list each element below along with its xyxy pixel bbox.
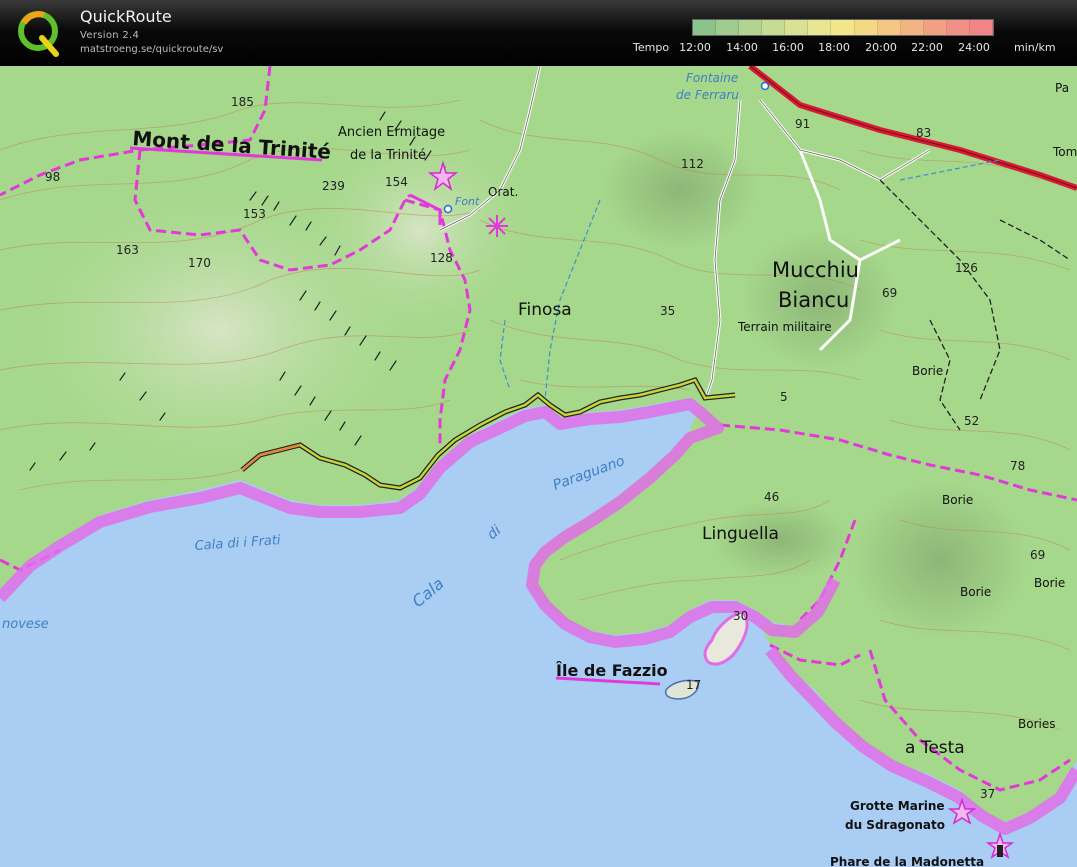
label-borie: Borie: [960, 585, 991, 599]
label-biancu: Biancu: [778, 288, 849, 312]
spot-height: 69: [1030, 548, 1045, 562]
tempo-scale-swatch: [969, 20, 994, 35]
label-du-sdragonato: du Sdragonato: [845, 818, 945, 832]
spot-height: 78: [1010, 459, 1025, 473]
label-terrain-militaire: Terrain militaire: [737, 320, 832, 334]
spot-height: 163: [116, 243, 139, 257]
spot-height: 239: [322, 179, 345, 193]
tempo-tick: 20:00: [865, 41, 897, 54]
label-de-la-trinite: de la Trinité: [350, 148, 426, 163]
tempo-tick: 22:00: [911, 41, 943, 54]
spot-height: 170: [188, 256, 211, 270]
spot-height: 30: [733, 609, 748, 623]
spot-height: 154: [385, 175, 408, 189]
tempo-tick: 12:00: [679, 41, 711, 54]
tempo-unit: min/km: [1014, 41, 1056, 54]
spot-height: 185: [231, 95, 254, 109]
label-ile-de-fazzio: Île de Fazzio: [556, 661, 668, 680]
spot-height: 83: [916, 126, 931, 140]
tempo-label: Tempo: [633, 41, 670, 54]
label-grotte-marine: Grotte Marine: [850, 799, 945, 813]
label-de-ferraru: de Ferraru: [676, 88, 739, 102]
tempo-scale-swatch: [854, 20, 878, 35]
label-bories: Bories: [1018, 717, 1055, 731]
tempo-scale-swatch: [739, 20, 763, 35]
label-tom: Tom: [1052, 145, 1077, 159]
label-linguella: Linguella: [702, 524, 779, 544]
quickroute-window: QuickRoute Version 2.4 matstroeng.se/qui…: [0, 0, 1077, 867]
tempo-scale-swatch: [831, 20, 855, 35]
tempo-scale-swatch: [762, 20, 786, 35]
relief-shadow: [850, 480, 1030, 640]
tempo-scale-swatch: [877, 20, 901, 35]
label-ancien-ermitage: Ancien Ermitage: [338, 125, 445, 140]
spring-icon: [443, 204, 453, 214]
app-url: matstroeng.se/quickroute/sv: [80, 44, 224, 55]
tempo-tick: 14:00: [726, 41, 758, 54]
tempo-tick: 24:00: [958, 41, 990, 54]
tempo-scale-swatch: [693, 20, 717, 35]
app-version: Version 2.4: [80, 30, 140, 41]
spot-height: 52: [964, 414, 979, 428]
tempo-tick: 18:00: [818, 41, 850, 54]
tempo-tick: 16:00: [772, 41, 804, 54]
spot-height: 5: [780, 390, 788, 404]
label-a-testa: a Testa: [905, 738, 965, 758]
logo-ring-accent: [21, 11, 45, 25]
quickroute-logo: [18, 11, 59, 57]
label-mucchiu: Mucchiu: [772, 258, 859, 282]
lighthouse-icon: [997, 845, 1003, 857]
tempo-color-scale: [692, 19, 994, 36]
spot-height: 37: [980, 787, 995, 801]
spot-height: 17: [686, 678, 701, 692]
label-orat: Orat.: [488, 185, 518, 199]
label-pa: Pa: [1055, 81, 1069, 95]
label-fontaine: Fontaine: [686, 71, 738, 85]
header-bar: QuickRoute Version 2.4 matstroeng.se/qui…: [0, 0, 1077, 66]
label-genovese: novese: [2, 617, 49, 632]
spot-height: 35: [660, 304, 675, 318]
tempo-scale-swatch: [946, 20, 970, 35]
spot-height: 69: [882, 286, 897, 300]
tempo-scale-swatch: [808, 20, 832, 35]
app-title: QuickRoute: [80, 7, 172, 26]
spot-height: 46: [764, 490, 779, 504]
spot-height: 153: [243, 207, 266, 221]
spot-height: 91: [795, 117, 810, 131]
tempo-scale-swatch: [900, 20, 924, 35]
label-font: Font: [455, 195, 480, 208]
spot-height: 126: [955, 261, 978, 275]
label-borie: Borie: [912, 364, 943, 378]
spot-height: 98: [45, 170, 60, 184]
label-phare: Phare de la Madonetta: [830, 855, 984, 867]
tempo-scale-swatch: [923, 20, 947, 35]
viewpoint-icon: [486, 215, 508, 237]
spot-height: 128: [430, 251, 453, 265]
tempo-scale-swatch: [716, 20, 740, 35]
topographic-map[interactable]: Mont de la Trinité Ancien Ermitage de la…: [0, 66, 1077, 867]
tempo-scale-swatch: [785, 20, 809, 35]
fontaine-spring-icon: [760, 81, 770, 91]
label-borie: Borie: [1034, 576, 1065, 590]
spot-height: 112: [681, 157, 704, 171]
label-finosa: Finosa: [518, 300, 572, 320]
label-borie: Borie: [942, 493, 973, 507]
